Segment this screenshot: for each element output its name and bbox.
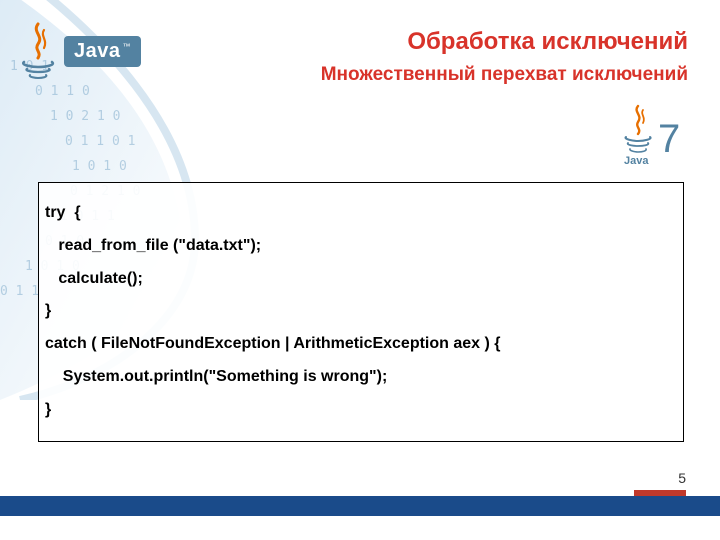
java-logo: Java™ — [18, 22, 141, 80]
footer-bar — [0, 496, 720, 516]
java-wordmark: Java™ — [64, 36, 141, 67]
java-version-number: 7 — [658, 117, 680, 161]
trademark-symbol: ™ — [123, 42, 132, 51]
svg-text:0 1 1: 0 1 1 — [0, 284, 39, 299]
heading-area: Обработка исключений Множественный перех… — [321, 26, 688, 88]
java7-badge: Java 7 — [620, 104, 688, 171]
svg-text:1 0 1 0: 1 0 1 0 — [72, 159, 127, 174]
code-line-2: read_from_file ("data.txt"); — [45, 237, 261, 254]
wordmark-text: Java — [74, 40, 121, 62]
java-steam-icon — [18, 22, 58, 80]
svg-text:0 1 1 0 1: 0 1 1 0 1 — [65, 134, 135, 149]
code-line-1: try { — [45, 204, 81, 221]
svg-text:1 0 2 1 0: 1 0 2 1 0 — [50, 109, 120, 124]
page-number: 5 — [678, 470, 686, 486]
code-line-3: calculate(); — [45, 270, 143, 287]
svg-text:0 1 1 0: 0 1 1 0 — [35, 84, 90, 99]
page-subtitle: Множественный перехват исключений — [321, 62, 688, 88]
code-line-5: catch ( FileNotFoundException | Arithmet… — [45, 335, 501, 352]
page-title: Обработка исключений — [321, 26, 688, 58]
code-line-6: System.out.println("Something is wrong")… — [45, 368, 387, 385]
code-line-7: } — [45, 401, 51, 418]
code-example-box: try { read_from_file ("data.txt"); calcu… — [38, 182, 684, 442]
svg-text:Java: Java — [624, 155, 649, 166]
code-line-4: } — [45, 302, 51, 319]
